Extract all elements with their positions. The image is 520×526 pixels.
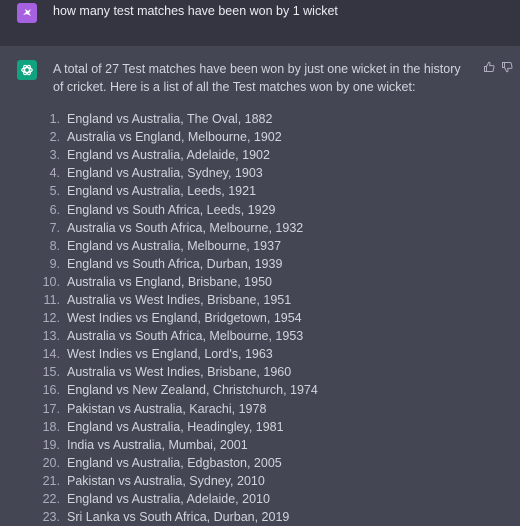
list-item: 9. England vs South Africa, Durban, 1939 [40, 255, 318, 273]
list-item-number: 12. [42, 311, 60, 326]
list-item-text: Australia vs South Africa, Melbourne, 19… [67, 329, 304, 344]
list-item: 23. Sri Lanka vs South Africa, Durban, 20… [40, 508, 318, 526]
list-item: 16. England vs New Zealand, Christchurch,… [40, 381, 318, 399]
list-item: 1. England vs Australia, The Oval, 1882 [40, 110, 318, 128]
list-item-number: 13. [42, 329, 60, 344]
thumbs-up-icon[interactable] [482, 60, 496, 74]
list-item-number: 22. [42, 492, 60, 507]
list-item-text: Australia vs West Indies, Brisbane, 1960 [67, 365, 292, 380]
list-item-text: Australia vs South Africa, Melbourne, 19… [67, 220, 304, 235]
list-item-number: 1. [49, 112, 60, 127]
user-message-row: how many test matches have been won by 1… [0, 0, 520, 46]
list-item-number: 21. [42, 473, 60, 488]
list-item: 22. England vs Australia, Adelaide, 2010 [40, 490, 318, 508]
list-item-number: 7. [49, 220, 60, 235]
list-item-text: England vs South Africa, Durban, 1939 [67, 256, 283, 271]
list-item-number: 14. [42, 347, 60, 362]
list-item-text: England vs Australia, Sydney, 1903 [67, 166, 263, 181]
match-list: 1. England vs Australia, The Oval, 1882 2.… [40, 110, 318, 526]
list-item-number: 9. [49, 256, 60, 271]
list-item-text: Pakistan vs Australia, Karachi, 1978 [67, 401, 267, 416]
list-item: 19. India vs Australia, Mumbai, 2001 [40, 436, 318, 454]
list-item: 15. Australia vs West Indies, Brisbane, 1… [40, 363, 318, 381]
list-item: 20. England vs Australia, Edgbaston, 2005 [40, 454, 318, 472]
list-item-text: England vs New Zealand, Christchurch, 19… [67, 383, 318, 398]
openai-logo-icon [17, 60, 37, 80]
list-item: 6. England vs South Africa, Leeds, 1929 [40, 200, 318, 218]
list-item-text: Sri Lanka vs South Africa, Durban, 2019 [67, 510, 290, 525]
list-item-number: 2. [49, 130, 60, 145]
list-item-number: 16. [42, 383, 60, 398]
list-item-text: West Indies vs England, Bridgetown, 1954 [67, 311, 302, 326]
answer-intro-text: A total of 27 Test matches have been won… [53, 62, 461, 94]
list-item: 5. England vs Australia, Leeds, 1921 [40, 182, 318, 200]
list-item-number: 17. [42, 401, 60, 416]
list-item-number: 11. [43, 292, 60, 307]
list-item-text: Pakistan vs Australia, Sydney, 2010 [67, 473, 265, 488]
list-item-text: England vs Australia, Leeds, 1921 [67, 184, 257, 199]
list-item: 2. Australia vs England, Melbourne, 1902 [40, 128, 318, 146]
list-item-text: England vs Australia, Adelaide, 1902 [67, 148, 270, 163]
list-item-text: India vs Australia, Mumbai, 2001 [67, 437, 248, 452]
list-item-text: West Indies vs England, Lord's, 1963 [67, 347, 273, 362]
list-item: 18. England vs Australia, Headingley, 198… [40, 418, 318, 436]
list-item-number: 20. [42, 455, 60, 470]
list-item-number: 18. [42, 419, 60, 434]
list-item-text: Australia vs West Indies, Brisbane, 1951 [67, 292, 292, 307]
list-item-text: England vs Australia, Edgbaston, 2005 [67, 455, 282, 470]
user-message-text: how many test matches have been won by 1… [53, 4, 338, 18]
list-item-number: 6. [49, 202, 60, 217]
assistant-message-row: A total of 27 Test matches have been won… [0, 46, 520, 524]
list-item: 11. Australia vs West Indies, Brisbane, 1… [40, 291, 318, 309]
list-item-number: 10. [42, 274, 60, 289]
list-item-number: 23. [42, 510, 60, 525]
list-item-text: Australia vs England, Melbourne, 1902 [67, 130, 282, 145]
thumbs-down-icon[interactable] [500, 60, 514, 74]
list-item-text: England vs South Africa, Leeds, 1929 [67, 202, 276, 217]
list-item: 4. England vs Australia, Sydney, 1903 [40, 164, 318, 182]
list-item-number: 19. [42, 437, 60, 452]
list-item: 14. West Indies vs England, Lord's, 1963 [40, 345, 318, 363]
list-item-number: 4. [49, 166, 60, 181]
list-item: 7. Australia vs South Africa, Melbourne, … [40, 219, 318, 237]
list-item-number: 3. [49, 148, 60, 163]
list-item-text: England vs Australia, The Oval, 1882 [67, 112, 273, 127]
list-item: 10. Australia vs England, Brisbane, 1950 [40, 273, 318, 291]
list-item-text: England vs Australia, Melbourne, 1937 [67, 238, 282, 253]
list-item: 3. England vs Australia, Adelaide, 1902 [40, 146, 318, 164]
list-item: 8. England vs Australia, Melbourne, 1937 [40, 237, 318, 255]
list-item: 13. Australia vs South Africa, Melbourne,… [40, 327, 318, 345]
list-item-number: 5. [49, 184, 60, 199]
list-item: 12. West Indies vs England, Bridgetown, 1… [40, 309, 318, 327]
list-item: 17. Pakistan vs Australia, Karachi, 1978 [40, 400, 318, 418]
list-item-text: Australia vs England, Brisbane, 1950 [67, 274, 272, 289]
list-item-text: England vs Australia, Headingley, 1981 [67, 419, 284, 434]
list-item-text: England vs Australia, Adelaide, 2010 [67, 492, 270, 507]
list-item-number: 8. [49, 238, 60, 253]
user-avatar-icon [17, 3, 37, 23]
list-item-number: 15. [42, 365, 60, 380]
list-item: 21. Pakistan vs Australia, Sydney, 2010 [40, 472, 318, 490]
